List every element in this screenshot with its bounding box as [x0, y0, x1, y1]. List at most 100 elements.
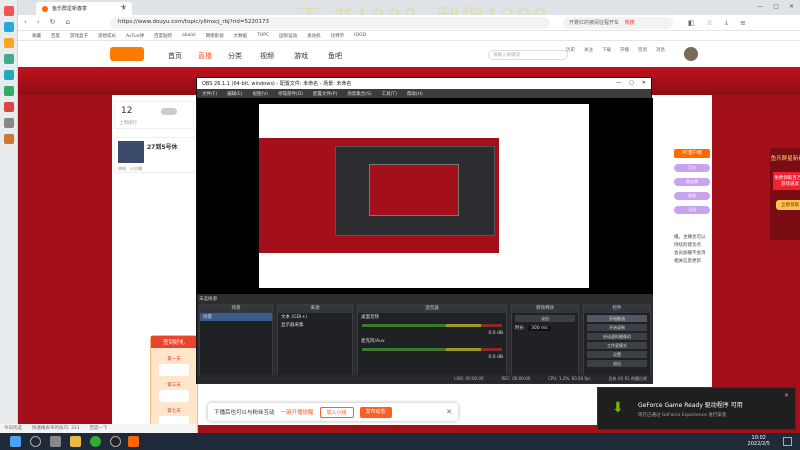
obs-maximize-icon[interactable]: ▢	[629, 80, 634, 87]
bookmark-item[interactable]: 思想成长	[98, 33, 116, 39]
start-streaming-button[interactable]: 开始推流	[587, 315, 647, 322]
bookmark-item[interactable]: IOOD	[354, 33, 366, 38]
badge-pill[interactable]: 贵族	[674, 192, 710, 200]
bookmark-item[interactable]: AcFun弹	[126, 33, 144, 39]
obs-minimize-icon[interactable]: —	[616, 80, 621, 87]
douyu-logo-icon[interactable]	[110, 47, 144, 61]
post-update-button[interactable]: 发布动态	[359, 406, 392, 418]
sidebar-app-icon[interactable]	[3, 22, 14, 32]
favorite-icon[interactable]: ☆	[707, 19, 713, 27]
bookmark-item[interactable]: 网络影视	[206, 33, 224, 39]
menu-help[interactable]: 帮助(H)	[407, 91, 423, 97]
douyu-taskbar-icon[interactable]	[128, 436, 139, 447]
bookmark-item[interactable]: 百度	[51, 33, 60, 39]
forward-icon[interactable]: ›	[37, 18, 40, 26]
checkin-button[interactable]: 签到	[638, 47, 647, 53]
studio-mode-button[interactable]: 工作室模式	[587, 342, 647, 349]
minimize-icon[interactable]: —	[757, 3, 763, 10]
browser-logo-icon[interactable]	[3, 6, 14, 16]
tab-active[interactable]: 鱼乐群星新春季 ✕	[36, 2, 132, 15]
menu-view[interactable]: 视图(V)	[252, 91, 268, 97]
scene-item[interactable]: 场景	[200, 313, 272, 321]
checkin-day[interactable]: 第三天	[151, 382, 197, 388]
sidebar-folder-icon[interactable]	[3, 118, 14, 128]
room-thumbnail[interactable]	[118, 141, 144, 163]
new-tab-icon[interactable]: +	[120, 2, 127, 11]
source-item[interactable]: 文本 (GDI+)	[278, 313, 352, 321]
history-button[interactable]: 历史	[566, 47, 575, 53]
close-notice-icon[interactable]: ✕	[446, 408, 452, 416]
message-button[interactable]: 消息	[656, 47, 665, 53]
follow-button[interactable]: 关注	[584, 47, 593, 53]
task-view-icon[interactable]	[50, 436, 61, 447]
checkin-day[interactable]: 第七天	[151, 408, 197, 414]
pc-client-button[interactable]: PC客户端	[674, 149, 710, 158]
home-icon[interactable]: ⌂	[66, 18, 70, 26]
settings-icon[interactable]: ≡	[740, 19, 746, 27]
badge-pill[interactable]: 月卡	[674, 164, 710, 172]
nav-video[interactable]: 视频	[260, 51, 274, 61]
status-item[interactable]: 今日优选	[4, 425, 22, 432]
menu-edit[interactable]: 编辑(E)	[227, 91, 242, 97]
bookmark-item[interactable]: 发动机	[307, 33, 321, 39]
exit-button[interactable]: 退出	[587, 360, 647, 367]
notice-link[interactable]: 一键开播提醒	[281, 408, 314, 416]
obs-close-icon[interactable]: ✕	[642, 80, 646, 87]
menu-profile[interactable]: 配置文件(P)	[313, 91, 337, 97]
obs-preview[interactable]	[197, 98, 653, 294]
transition-select[interactable]: 淡出	[515, 315, 575, 322]
sidebar-chat-icon[interactable]	[3, 54, 14, 64]
bookmark-item[interactable]: 比特币	[331, 33, 345, 39]
menu-file[interactable]: 文件(F)	[202, 91, 217, 97]
source-item[interactable]: 显示器采集	[278, 321, 352, 329]
ad-claim-button[interactable]: 立即领取	[776, 200, 800, 210]
start-icon[interactable]	[10, 436, 21, 447]
bookmark-item[interactable]: THPC	[257, 33, 269, 38]
badge-pill[interactable]: 粉丝牌	[674, 178, 710, 186]
back-icon[interactable]: ‹	[24, 18, 27, 26]
close-window-icon[interactable]: ✕	[789, 3, 794, 10]
virtual-camera-button[interactable]: 启动虚拟摄像机	[587, 333, 647, 340]
sidebar-phone-icon[interactable]	[3, 86, 14, 96]
browser-taskbar-icon[interactable]	[90, 436, 101, 447]
geforce-notification[interactable]: ⬇ GeForce Game Ready 驱动程序 可用 现在已通过 GeFor…	[597, 387, 796, 430]
sidebar-tool-icon[interactable]	[3, 134, 14, 144]
reload-icon[interactable]: ↻	[50, 18, 56, 26]
obs-taskbar-icon[interactable]	[110, 436, 121, 447]
nav-yuba[interactable]: 鱼吧	[328, 51, 342, 61]
promo-ad[interactable]: 鱼乐群星新春季 免费领取百万份游戏道具 立即领取	[770, 148, 800, 240]
bookmark-item[interactable]: abalol	[182, 33, 196, 38]
nav-category[interactable]: 分类	[228, 51, 242, 61]
nav-home[interactable]: 首页	[168, 51, 182, 61]
menu-docks[interactable]: 停靠部件(D)	[278, 91, 303, 97]
download-icon[interactable]: ⤓	[725, 18, 728, 27]
notification-center-icon[interactable]	[783, 437, 792, 446]
join-group-button[interactable]: 加入小组	[319, 406, 354, 418]
search-icon[interactable]	[30, 436, 41, 447]
browser-search-input[interactable]: 开着红的被闹征程开车 热搜	[563, 17, 673, 29]
checkin-day[interactable]: 第一天	[151, 356, 197, 362]
settings-button[interactable]: 设置	[587, 351, 647, 358]
toggle-switch[interactable]	[161, 108, 177, 115]
bookmark-item[interactable]: 游戏盒子	[70, 33, 88, 39]
menu-scene-collection[interactable]: 场景集合(S)	[347, 91, 371, 97]
maximize-icon[interactable]: ▢	[773, 3, 779, 10]
start-live-button[interactable]: 开播	[620, 47, 629, 53]
avatar[interactable]	[684, 47, 698, 61]
nav-live[interactable]: 直播	[198, 51, 212, 61]
bookmark-item[interactable]: 大数据	[234, 33, 248, 39]
download-button[interactable]: 下载	[602, 47, 611, 53]
system-clock[interactable]: 10:02 2022/2/5	[748, 435, 770, 447]
status-item[interactable]: 百度一下	[90, 425, 108, 432]
bookmark-item[interactable]: 百度贴吧	[154, 33, 172, 39]
room-title[interactable]: 27到5号休	[147, 142, 178, 151]
badge-pill[interactable]: 活动	[674, 206, 710, 214]
file-explorer-icon[interactable]	[70, 436, 81, 447]
status-item[interactable]: 快速做表单的技巧: 333	[32, 425, 80, 432]
nav-game[interactable]: 游戏	[294, 51, 308, 61]
url-input[interactable]: https://www.douyu.com/topic/yllmxcj_rbj?…	[110, 17, 550, 29]
sidebar-star-icon[interactable]	[3, 38, 14, 48]
sidebar-messenger-icon[interactable]	[3, 70, 14, 80]
bookmark-item[interactable]: 国际运动	[279, 33, 297, 39]
bookmark-item[interactable]: 收藏	[32, 33, 41, 39]
